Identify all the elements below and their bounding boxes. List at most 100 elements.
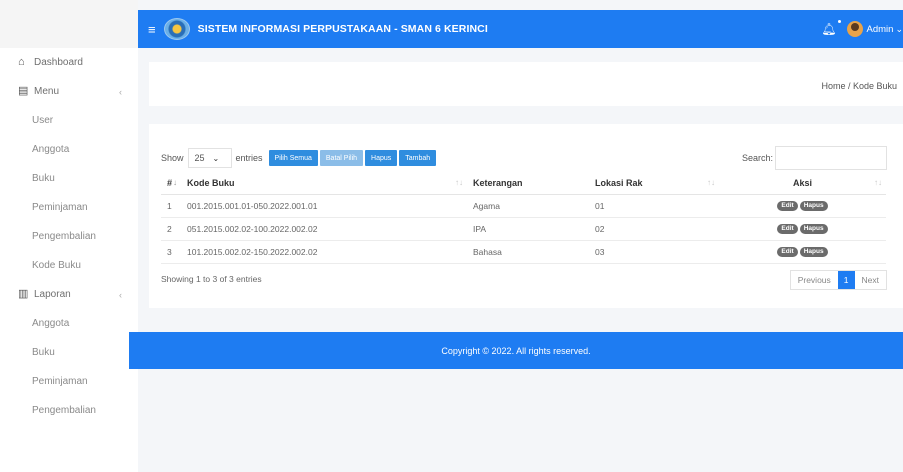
- sidebar-item-label: Pengembalian: [32, 231, 96, 242]
- hapus-button[interactable]: Hapus: [365, 150, 398, 166]
- chevron-down-icon: ⌄: [212, 153, 220, 163]
- sidebar-item-laporan-pengembalian[interactable]: Pengembalian: [0, 396, 138, 425]
- sidebar-item-peminjaman[interactable]: Peminjaman: [0, 193, 138, 222]
- cell-rak: 03: [589, 240, 719, 264]
- sidebar-item-label: Anggota: [32, 318, 70, 329]
- chevron-down-icon[interactable]: ⌄: [895, 24, 903, 35]
- sidebar-item-menu[interactable]: ▤ Menu ‹: [0, 77, 138, 106]
- app-title: SISTEM INFORMASI PERPUSTAKAAN - SMAN 6 K…: [197, 23, 488, 35]
- sidebar-item-laporan-buku[interactable]: Buku: [0, 338, 138, 367]
- sidebar-item-label: Kode Buku: [32, 260, 81, 271]
- entries-value: 25: [194, 153, 205, 163]
- batal-pilih-button[interactable]: Batal Pilih: [319, 150, 364, 166]
- next-button[interactable]: Next: [855, 271, 886, 289]
- column-label: Kode Buku: [187, 177, 235, 188]
- cell-kode: 001.2015.001.01-050.2022.001.01: [181, 194, 467, 218]
- sidebar-item-pengembalian[interactable]: Pengembalian: [0, 222, 138, 251]
- sidebar: ⌂ Dashboard ▤ Menu ‹ User Anggota Buku P…: [0, 0, 138, 472]
- column-label: Keterangan: [473, 177, 523, 188]
- cell-rak: 02: [589, 217, 719, 241]
- header-right: 🔔︎ Admin ⌄: [821, 10, 903, 48]
- delete-button[interactable]: Hapus: [799, 200, 828, 211]
- edit-button[interactable]: Edit: [777, 200, 798, 211]
- kode-buku-table: # ↑↓ Kode Buku ↑↓ Keterangan Lokasi Rak ↑↓ …: [161, 172, 886, 264]
- sidebar-item-anggota[interactable]: Anggota: [0, 135, 138, 164]
- sidebar-item-dashboard[interactable]: ⌂ Dashboard: [0, 48, 138, 77]
- top-navbar: ≡ SISTEM INFORMASI PERPUSTAKAAN - SMAN 6…: [138, 10, 903, 48]
- cell-kode: 051.2015.002.02-100.2022.002.02: [181, 217, 467, 241]
- breadcrumb: Home / Kode Buku: [821, 81, 897, 91]
- tambah-button[interactable]: Tambah: [399, 150, 437, 166]
- edit-button[interactable]: Edit: [777, 246, 798, 257]
- pilih-semua-button[interactable]: Pilih Semua: [268, 150, 318, 166]
- edit-button[interactable]: Edit: [777, 223, 798, 234]
- sidebar-brand-area: [0, 0, 138, 48]
- column-header-no[interactable]: # ↑↓: [161, 172, 181, 195]
- sidebar-item-buku[interactable]: Buku: [0, 164, 138, 193]
- show-label: Show: [161, 153, 184, 163]
- table-info: Showing 1 to 3 of 3 entries: [161, 274, 262, 284]
- column-header-aksi[interactable]: Aksi ↑↓: [719, 172, 886, 195]
- cell-keterangan: Agama: [467, 194, 589, 218]
- user-name[interactable]: Admin: [867, 24, 894, 35]
- sidebar-item-label: Peminjaman: [32, 202, 88, 213]
- sidebar-item-label: Buku: [32, 347, 55, 358]
- cell-aksi: Edit Hapus: [719, 217, 886, 241]
- sort-icon: ↑↓: [707, 178, 715, 187]
- table-row: 1 001.2015.001.01-050.2022.001.01 Agama …: [161, 194, 886, 218]
- document-icon: ▤: [18, 85, 29, 97]
- sidebar-item-label: Peminjaman: [32, 376, 88, 387]
- cell-aksi: Edit Hapus: [719, 240, 886, 264]
- column-header-keterangan[interactable]: Keterangan: [467, 172, 589, 195]
- chevron-left-icon: ‹: [119, 86, 122, 97]
- table-row: 3 101.2015.002.02-150.2022.002.02 Bahasa…: [161, 240, 886, 264]
- previous-button[interactable]: Previous: [791, 271, 838, 289]
- cell-no: 2: [161, 217, 181, 241]
- cell-aksi: Edit Hapus: [719, 194, 886, 218]
- home-icon: ⌂: [18, 56, 25, 68]
- bell-icon[interactable]: 🔔︎: [821, 20, 841, 36]
- avatar[interactable]: [846, 21, 863, 37]
- page-1-button[interactable]: 1: [837, 271, 855, 289]
- column-header-lokasi-rak[interactable]: Lokasi Rak ↑↓: [589, 172, 719, 195]
- delete-button[interactable]: Hapus: [799, 223, 828, 234]
- table-row: 2 051.2015.002.02-100.2022.002.02 IPA 02…: [161, 217, 886, 241]
- footer: Copyright © 2022. All rights reserved.: [129, 332, 903, 369]
- table-header-row: # ↑↓ Kode Buku ↑↓ Keterangan Lokasi Rak ↑↓ …: [161, 172, 886, 195]
- column-label: Lokasi Rak: [595, 177, 643, 188]
- column-label: Aksi: [792, 177, 812, 188]
- sort-icon: ↑↓: [455, 178, 463, 187]
- sidebar-item-label: User: [32, 115, 54, 126]
- copyright-text: Copyright © 2022. All rights reserved.: [441, 345, 591, 356]
- search-input[interactable]: [775, 146, 887, 170]
- school-logo: [163, 18, 190, 40]
- breadcrumb-bar: Home / Kode Buku: [149, 62, 903, 106]
- sidebar-item-label: Menu: [34, 86, 60, 97]
- table-toolbar: Show 25 ⌄ entries Pilih Semua Batal Pili…: [161, 148, 438, 168]
- cell-rak: 01: [589, 194, 719, 218]
- column-header-kode-buku[interactable]: Kode Buku ↑↓: [181, 172, 467, 195]
- cell-no: 1: [161, 194, 181, 218]
- sidebar-item-laporan-anggota[interactable]: Anggota: [0, 309, 138, 338]
- sidebar-item-label: Dashboard: [34, 57, 83, 68]
- content-card: Show 25 ⌄ entries Pilih Semua Batal Pili…: [149, 124, 903, 308]
- search-wrap: Search:: [742, 146, 887, 170]
- chevron-left-icon: ‹: [119, 289, 122, 300]
- search-label: Search:: [741, 153, 773, 163]
- report-icon: ▥: [18, 288, 29, 300]
- entries-select[interactable]: 25 ⌄: [187, 148, 232, 168]
- sidebar-item-label: Buku: [32, 173, 55, 184]
- sidebar-item-laporan-peminjaman[interactable]: Peminjaman: [0, 367, 138, 396]
- sidebar-item-kode-buku[interactable]: Kode Buku: [0, 251, 138, 280]
- delete-button[interactable]: Hapus: [799, 246, 828, 257]
- sidebar-item-label: Anggota: [32, 144, 70, 155]
- sort-icon: ↑↓: [169, 178, 177, 187]
- pagination: Previous 1 Next: [789, 270, 887, 290]
- cell-keterangan: IPA: [467, 217, 589, 241]
- sidebar-item-user[interactable]: User: [0, 106, 138, 135]
- sidebar-item-label: Pengembalian: [32, 405, 96, 416]
- cell-kode: 101.2015.002.02-150.2022.002.02: [181, 240, 467, 264]
- sidebar-item-laporan[interactable]: ▥ Laporan ‹: [0, 280, 138, 309]
- sidebar-item-label: Laporan: [34, 289, 71, 300]
- hamburger-menu-icon[interactable]: ≡: [148, 22, 156, 37]
